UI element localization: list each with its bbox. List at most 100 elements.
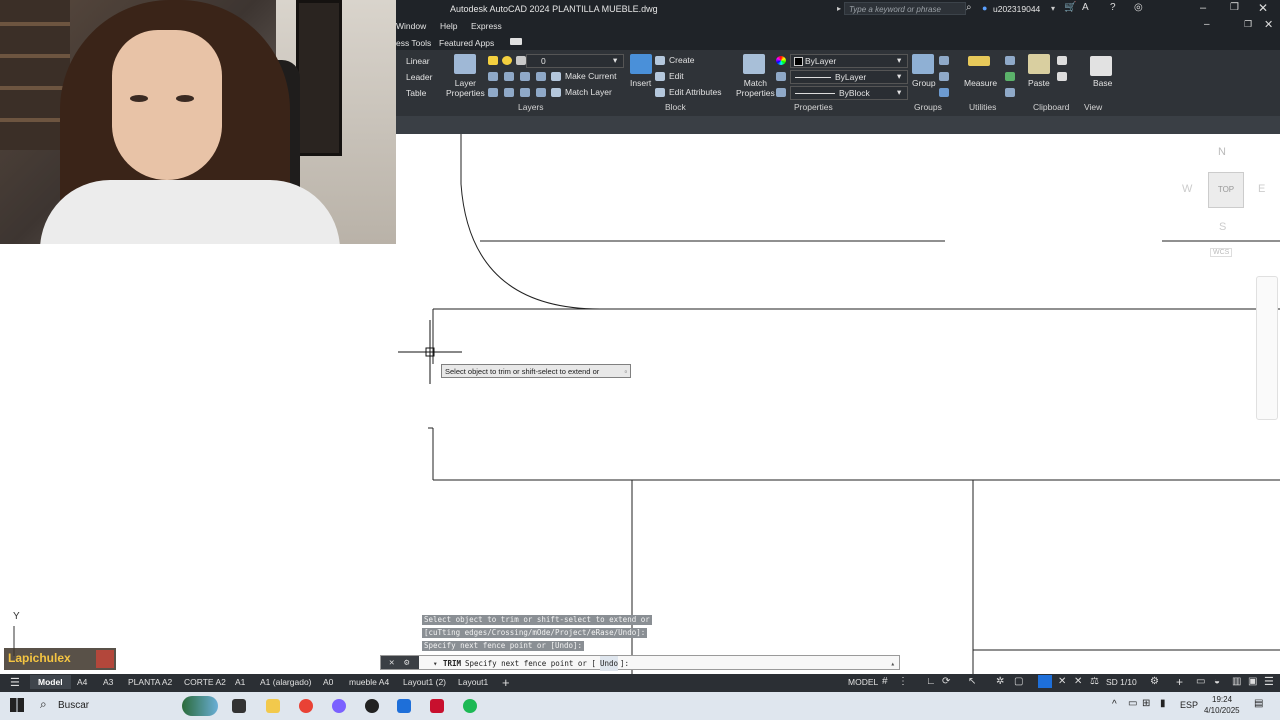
utility-icon[interactable] [1005, 88, 1015, 97]
chrome-icon[interactable] [299, 699, 313, 713]
units-icon[interactable]: ▭ [1196, 676, 1205, 687]
customize-status-icon[interactable]: ☰ [1264, 675, 1274, 688]
layer-tool-icon[interactable] [520, 88, 530, 97]
viewcube-west[interactable]: W [1182, 183, 1192, 195]
insert-button[interactable]: Insert [630, 78, 651, 88]
viewcube-north[interactable]: N [1218, 146, 1226, 158]
edit-block-icon[interactable] [655, 72, 665, 81]
windows-start-icon[interactable] [10, 698, 24, 712]
osnap-icon[interactable]: ✲ [996, 676, 1004, 687]
model-space-button[interactable]: MODEL [848, 677, 878, 687]
obs-icon[interactable] [365, 699, 379, 713]
close-command-icon[interactable]: ✕ [389, 656, 394, 671]
command-line[interactable]: ✕ ⚙ ▾ TRIM Specify next fence point or [… [380, 655, 900, 671]
user-name[interactable]: u202319044 [993, 4, 1040, 14]
tab-layout[interactable]: A1 (alargado) [260, 677, 312, 687]
clock-time[interactable]: 19:24 [1212, 695, 1232, 704]
make-current-icon[interactable] [551, 72, 561, 81]
cart-icon[interactable]: 🛒 [1064, 2, 1076, 13]
calculator-icon[interactable] [1005, 72, 1015, 81]
tab-access-tools[interactable]: ess Tools [396, 38, 431, 48]
navigation-bar[interactable] [1256, 276, 1278, 420]
tab-layout[interactable]: A0 [323, 677, 333, 687]
annotation-scale-icon[interactable]: ⚖ [1090, 676, 1099, 687]
copy-icon[interactable] [1057, 72, 1067, 81]
color-dropdown[interactable]: ByLayer ▾ [790, 54, 908, 68]
viewcube-south[interactable]: S [1219, 221, 1226, 233]
layer-sun-icon[interactable] [502, 56, 512, 65]
paste-button[interactable]: Paste [1028, 78, 1050, 88]
tab-layout[interactable]: Layout1 [458, 677, 488, 687]
panel-block[interactable]: Block [665, 102, 686, 112]
panel-layers[interactable]: Layers [518, 102, 544, 112]
utility-icon[interactable] [1005, 56, 1015, 65]
drawing-canvas[interactable] [0, 134, 1280, 674]
spotify-icon[interactable] [463, 699, 477, 713]
tab-layout[interactable]: Layout1 (2) [403, 677, 446, 687]
app-icon[interactable]: A [1082, 2, 1089, 13]
isodraft-icon[interactable]: ↖ [968, 676, 976, 687]
panel-groups[interactable]: Groups [914, 102, 942, 112]
notifications-icon[interactable]: ▤ [1254, 698, 1263, 709]
create-block-icon[interactable] [655, 56, 665, 65]
make-current-button[interactable]: Make Current [565, 71, 617, 81]
layer-tool-icon[interactable] [488, 72, 498, 81]
menu-help[interactable]: Help [440, 21, 457, 31]
add-layout-icon[interactable]: + [502, 675, 510, 690]
tab-layout[interactable]: A1 [235, 677, 245, 687]
layer-tool-icon[interactable] [536, 88, 546, 97]
layer-on-icon[interactable] [488, 56, 498, 65]
layer-lock-icon[interactable] [516, 56, 526, 65]
panel-properties[interactable]: Properties [794, 102, 833, 112]
grid-icon[interactable]: # [882, 676, 888, 687]
create-block-button[interactable]: Create [669, 55, 695, 65]
tab-featured-apps[interactable]: Featured Apps [439, 38, 494, 48]
base-button[interactable]: Base [1093, 78, 1112, 88]
annotation-visibility-icon[interactable]: ✕ [1058, 676, 1066, 687]
paste-icon[interactable] [1028, 54, 1050, 74]
table-button[interactable]: Table [406, 88, 426, 98]
workspace-gear-icon[interactable]: ⚙ [1150, 676, 1159, 687]
measure-button[interactable]: Measure [964, 78, 997, 88]
ribbon-toggle-icon[interactable] [510, 38, 522, 45]
snap-icon[interactable]: ⋮ [898, 676, 908, 687]
autoscale-icon[interactable]: ✕ [1074, 676, 1082, 687]
user-menu-chevron-icon[interactable]: ▾ [1051, 4, 1055, 13]
recent-commands-icon[interactable]: ▾ [433, 656, 438, 671]
menu-window[interactable]: Window [396, 21, 426, 31]
layer-tool-icon[interactable] [504, 72, 514, 81]
panel-view[interactable]: View [1084, 102, 1102, 112]
doc-minimize-icon[interactable]: – [1204, 19, 1210, 30]
input-language[interactable]: ESP [1180, 700, 1198, 710]
match-properties-button[interactable]: Match Properties [736, 78, 775, 98]
layer-properties-icon[interactable] [454, 54, 476, 74]
edit-attributes-button[interactable]: Edit Attributes [655, 87, 721, 97]
tab-layout[interactable]: mueble A4 [349, 677, 389, 687]
file-explorer-icon[interactable] [266, 699, 280, 713]
search-input[interactable]: Type a keyword or phrase [844, 2, 966, 15]
group-select-icon[interactable] [939, 88, 949, 97]
leader-button[interactable]: Leader [406, 72, 432, 82]
vscode-icon[interactable] [397, 699, 411, 713]
annotation-monitor-icon[interactable]: + [1176, 675, 1183, 689]
tray-icon[interactable]: ▭ [1128, 698, 1137, 709]
maximize-icon[interactable]: ❐ [1230, 2, 1239, 13]
edit-block-button[interactable]: Edit [669, 71, 684, 81]
insert-icon[interactable] [630, 54, 652, 74]
layer-tool-icon[interactable] [488, 88, 498, 97]
linetype-dropdown[interactable]: ByLayer ▾ [790, 70, 908, 84]
match-layer-button[interactable]: Match Layer [565, 87, 612, 97]
wcs-menu[interactable]: WCS [1210, 248, 1233, 257]
minimize-icon[interactable]: – [1200, 2, 1206, 14]
polar-icon[interactable]: ⟳ [942, 676, 950, 687]
tab-layout[interactable]: A4 [77, 677, 87, 687]
ortho-icon[interactable]: ∟ [926, 676, 936, 687]
tab-model[interactable]: Model [30, 675, 71, 689]
command-option-undo[interactable]: Undo [600, 656, 619, 671]
hardware-acceleration-icon[interactable]: ▥ [1232, 676, 1241, 687]
task-view-icon[interactable] [232, 699, 246, 713]
doc-restore-icon[interactable]: ❐ [1244, 19, 1252, 30]
cut-icon[interactable] [1057, 56, 1067, 65]
group-button[interactable]: Group [912, 78, 936, 88]
lineweight-dropdown[interactable]: ByBlock ▾ [790, 86, 908, 100]
